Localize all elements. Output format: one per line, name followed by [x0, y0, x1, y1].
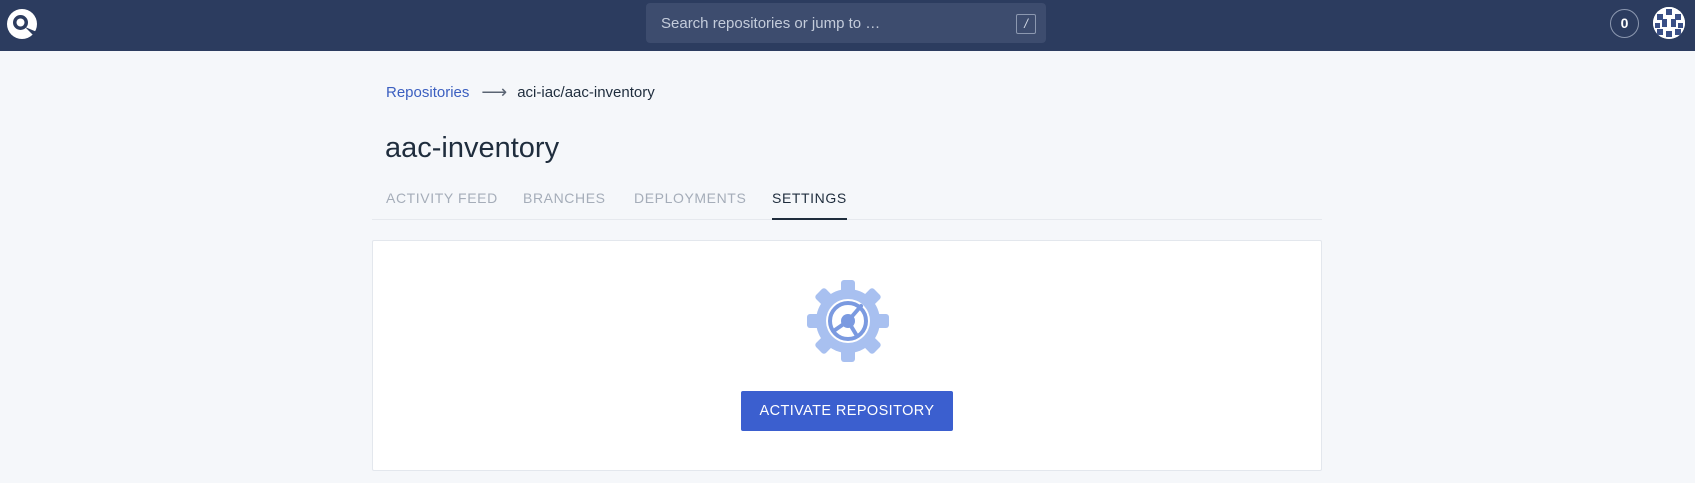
breadcrumb-repositories-link[interactable]: Repositories [386, 84, 469, 101]
arrow-right-icon: ⟶ [481, 82, 508, 102]
breadcrumb: Repositories ⟶ aci-iac/aac-inventory [386, 82, 655, 102]
search-placeholder: Search repositories or jump to … [661, 15, 881, 32]
tab-settings[interactable]: SETTINGS [772, 190, 847, 220]
tab-branches[interactable]: BRANCHES [523, 190, 606, 220]
breadcrumb-current-repo: aci-iac/aac-inventory [517, 83, 655, 101]
tab-deployments[interactable]: DEPLOYMENTS [634, 190, 746, 220]
activate-repository-button[interactable]: ACTIVATE REPOSITORY [741, 391, 953, 431]
search-shortcut-key: / [1016, 14, 1036, 34]
gear-icon [805, 278, 891, 364]
activation-card: ACTIVATE REPOSITORY [372, 240, 1322, 471]
user-avatar[interactable] [1653, 7, 1685, 39]
notification-count-badge[interactable]: 0 [1610, 9, 1639, 38]
page-title: aac-inventory [385, 132, 560, 164]
tab-activity-feed[interactable]: ACTIVITY FEED [386, 190, 498, 220]
drone-logo-icon[interactable] [6, 8, 38, 40]
search-input[interactable]: Search repositories or jump to … / [646, 3, 1046, 43]
top-navigation-bar: Search repositories or jump to … / 0 [0, 0, 1695, 51]
repository-tabs: ACTIVITY FEED BRANCHES DEPLOYMENTS SETTI… [372, 186, 1322, 220]
